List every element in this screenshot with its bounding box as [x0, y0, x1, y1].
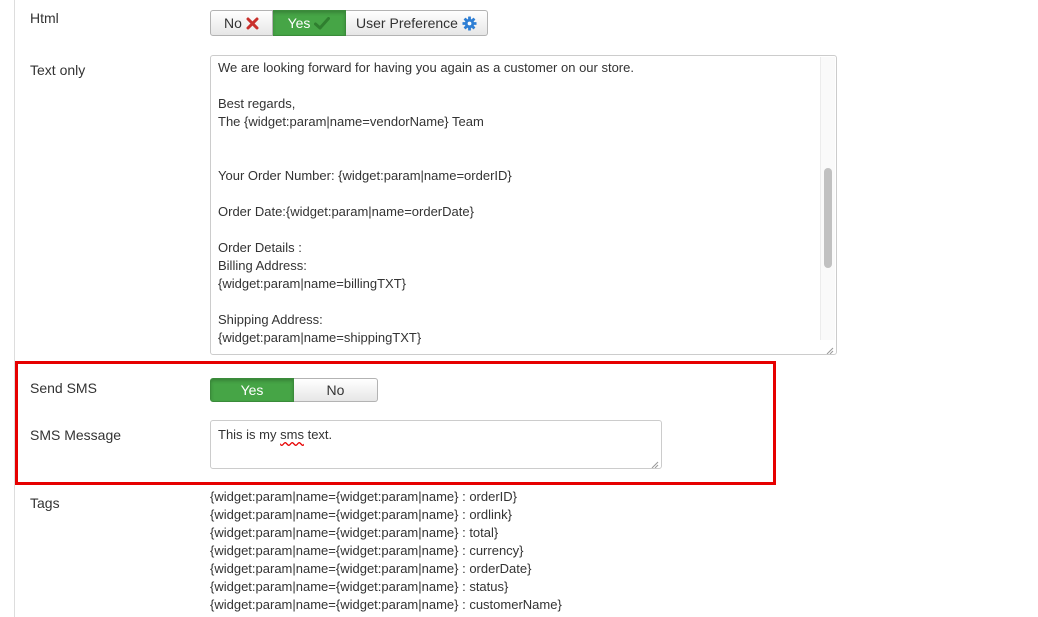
sms-message-label: SMS Message — [30, 427, 122, 443]
text-only-label: Text only — [30, 62, 86, 78]
text-only-scrollbar-thumb[interactable] — [824, 168, 832, 268]
send-sms-no-button[interactable]: No — [294, 378, 378, 402]
form-left-border — [14, 0, 15, 617]
tag-item: {widget:param|name={widget:param|name} :… — [210, 579, 509, 594]
html-yes-button[interactable]: Yes — [273, 10, 346, 36]
html-user-preference-button[interactable]: User Preference — [346, 10, 488, 36]
tag-item: {widget:param|name={widget:param|name} :… — [210, 507, 512, 522]
sms-text-before: This is my — [218, 427, 281, 442]
sms-text-misspelled: sms — [280, 427, 304, 442]
send-sms-yes-button[interactable]: Yes — [210, 378, 294, 402]
tags-label: Tags — [30, 495, 60, 511]
resize-handle-icon[interactable] — [649, 456, 659, 468]
send-sms-toggle-group: Yes No — [210, 378, 378, 402]
close-icon — [246, 17, 259, 30]
send-sms-no-label: No — [326, 382, 345, 398]
tag-item: {widget:param|name={widget:param|name} :… — [210, 543, 524, 558]
sms-message-text: This is my sms text. — [218, 427, 332, 442]
html-no-label: No — [224, 15, 242, 31]
tag-item: {widget:param|name={widget:param|name} :… — [210, 525, 499, 540]
html-toggle-group: No Yes User Preference — [210, 10, 488, 36]
text-only-scrollbar[interactable] — [820, 57, 835, 340]
gear-icon — [462, 15, 477, 31]
tag-item: {widget:param|name={widget:param|name} :… — [210, 489, 518, 504]
text-only-content: We are looking forward for having you ag… — [218, 60, 634, 345]
send-sms-yes-label: Yes — [240, 382, 264, 398]
html-no-button[interactable]: No — [210, 10, 273, 36]
resize-handle-icon[interactable] — [824, 342, 834, 354]
html-label: Html — [30, 10, 59, 26]
check-icon — [314, 16, 331, 30]
tags-list: {widget:param|name={widget:param|name} :… — [210, 488, 562, 614]
tag-item: {widget:param|name={widget:param|name} :… — [210, 597, 562, 612]
text-only-textarea[interactable]: We are looking forward for having you ag… — [210, 55, 837, 355]
tag-item: {widget:param|name={widget:param|name} :… — [210, 561, 532, 576]
html-yes-label: Yes — [287, 15, 311, 31]
sms-text-after: text. — [303, 427, 333, 442]
send-sms-label: Send SMS — [30, 380, 97, 396]
sms-message-textarea[interactable]: This is my sms text. — [210, 420, 662, 469]
html-user-preference-label: User Preference — [356, 15, 458, 31]
